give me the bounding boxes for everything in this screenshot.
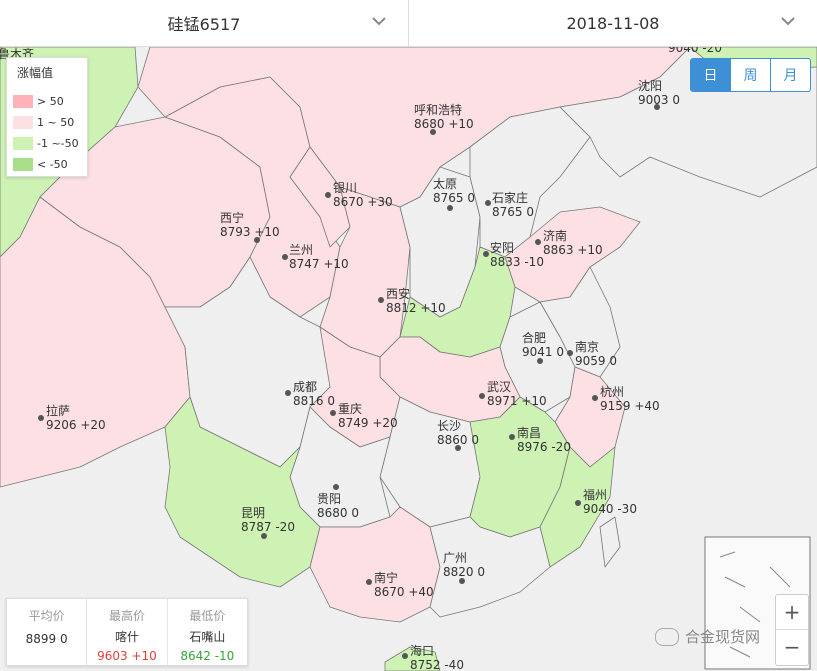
tab-week[interactable]: 周 <box>730 59 770 91</box>
city-label: 沈阳 9003 0 <box>638 79 680 107</box>
watermark: 合金现货网 <box>655 626 760 647</box>
legend-label: < -50 <box>37 157 68 171</box>
legend-item[interactable]: < -50 <box>13 157 68 171</box>
city-marker[interactable] <box>483 251 489 257</box>
city-label: 南京 9059 0 <box>575 340 617 368</box>
product-select[interactable]: 硅锰6517 <box>0 0 408 46</box>
city-marker[interactable] <box>479 393 485 399</box>
legend-label: 1 ~ 50 <box>37 115 75 129</box>
city-label: 长沙 8860 0 <box>437 419 479 447</box>
city-label: 石家庄 8765 0 <box>492 191 534 219</box>
city-marker[interactable] <box>378 297 384 303</box>
legend-swatch <box>13 136 33 150</box>
top-bar: 硅锰6517 2018-11-08 <box>0 0 817 47</box>
city-label: 西安 8812 +10 <box>386 287 446 315</box>
city-marker[interactable] <box>592 395 598 401</box>
price-stats-panel: 平均价 8899 0 最高价 喀什 9603 +10 最低价 石嘴山 8642 … <box>6 598 248 666</box>
city-label: 武汉 8971 +10 <box>487 380 547 408</box>
legend-swatch <box>13 157 33 171</box>
city-label: 安阳 8833 -10 <box>490 241 544 269</box>
city-label: 银川 8670 +30 <box>333 181 393 209</box>
product-select-value: 硅锰6517 <box>167 15 241 34</box>
map-legend: 涨幅值 > 50 1 ~ 50 -1 ~-50 < -50 <box>6 57 88 177</box>
city-label: 合肥 9041 0 <box>522 331 564 359</box>
city-label: 福州 9040 -30 <box>583 488 637 516</box>
city-label: 南昌 8976 -20 <box>517 426 571 454</box>
stat-label: 最低价 <box>189 609 226 623</box>
city-marker[interactable] <box>38 415 44 421</box>
watermark-text: 合金现货网 <box>685 628 761 646</box>
city-label: 兰州 8747 +10 <box>289 243 349 271</box>
price-map[interactable]: 鲁木齐 9040 -20 呼和浩特 8680 +10 沈阳 9003 0 银川 867… <box>0 47 817 671</box>
city-marker[interactable] <box>325 192 331 198</box>
legend-item[interactable]: > 50 <box>13 94 64 108</box>
wechat-icon <box>655 627 679 646</box>
zoom-controls: + − <box>775 594 809 666</box>
city-label: 昆明 8787 -20 <box>241 506 295 534</box>
zoom-in-button[interactable]: + <box>776 595 808 629</box>
zoom-out-button[interactable]: − <box>776 629 808 664</box>
city-marker[interactable] <box>447 205 453 211</box>
stat-city: 石嘴山 <box>189 630 226 644</box>
city-marker[interactable] <box>285 390 291 396</box>
date-select[interactable]: 2018-11-08 <box>408 0 817 46</box>
chevron-down-icon <box>781 17 795 26</box>
city-marker[interactable] <box>575 500 581 506</box>
city-label: 海口 8752 -40 <box>410 644 464 671</box>
city-label: 广州 8820 0 <box>443 551 485 579</box>
city-label: 成都 8816 0 <box>293 380 335 408</box>
city-label-harbin-partial: 9040 -20 <box>668 47 722 55</box>
city-label: 贵阳 8680 0 <box>317 492 359 520</box>
legend-item[interactable]: -1 ~-50 <box>13 136 79 150</box>
legend-label: -1 ~-50 <box>37 136 79 150</box>
city-label: 杭州 9159 +40 <box>600 385 660 413</box>
city-label: 太原 8765 0 <box>433 177 475 205</box>
stat-average: 平均价 8899 0 <box>7 599 86 665</box>
stat-highest: 最高价 喀什 9603 +10 <box>86 599 166 665</box>
stat-lowest: 最低价 石嘴山 8642 -10 <box>166 599 247 665</box>
stat-label: 平均价 <box>28 609 65 623</box>
city-marker[interactable] <box>282 254 288 260</box>
city-marker[interactable] <box>509 434 515 440</box>
legend-swatch <box>13 94 33 108</box>
period-tabs: 日 周 月 <box>690 58 811 92</box>
city-marker[interactable] <box>485 200 491 206</box>
city-marker[interactable] <box>330 410 336 416</box>
chevron-down-icon <box>372 17 386 26</box>
city-marker[interactable] <box>402 653 408 659</box>
legend-label: > 50 <box>37 94 64 108</box>
stat-label: 最高价 <box>108 609 145 623</box>
stat-value: 8642 -10 <box>180 649 235 663</box>
city-label: 重庆 8749 +20 <box>338 402 398 430</box>
city-marker[interactable] <box>366 579 372 585</box>
city-label: 呼和浩特 8680 +10 <box>414 103 474 131</box>
city-label: 济南 8863 +10 <box>543 229 603 257</box>
city-label: 西宁 8793 +10 <box>220 211 280 239</box>
legend-swatch <box>13 115 33 129</box>
date-select-value: 2018-11-08 <box>566 13 660 33</box>
city-marker[interactable] <box>567 350 573 356</box>
city-marker[interactable] <box>333 484 339 490</box>
city-label: 拉萨 9206 +20 <box>46 404 106 432</box>
legend-title: 涨幅值 <box>17 66 54 80</box>
city-label: 南宁 8670 +40 <box>374 571 434 599</box>
tab-day[interactable]: 日 <box>691 59 730 91</box>
stat-city: 喀什 <box>114 630 139 644</box>
stat-value: 9603 +10 <box>97 649 157 663</box>
legend-item[interactable]: 1 ~ 50 <box>13 115 74 129</box>
tab-month[interactable]: 月 <box>770 59 810 91</box>
region-taiwan <box>599 516 621 568</box>
stat-value: 8899 0 <box>25 632 68 646</box>
